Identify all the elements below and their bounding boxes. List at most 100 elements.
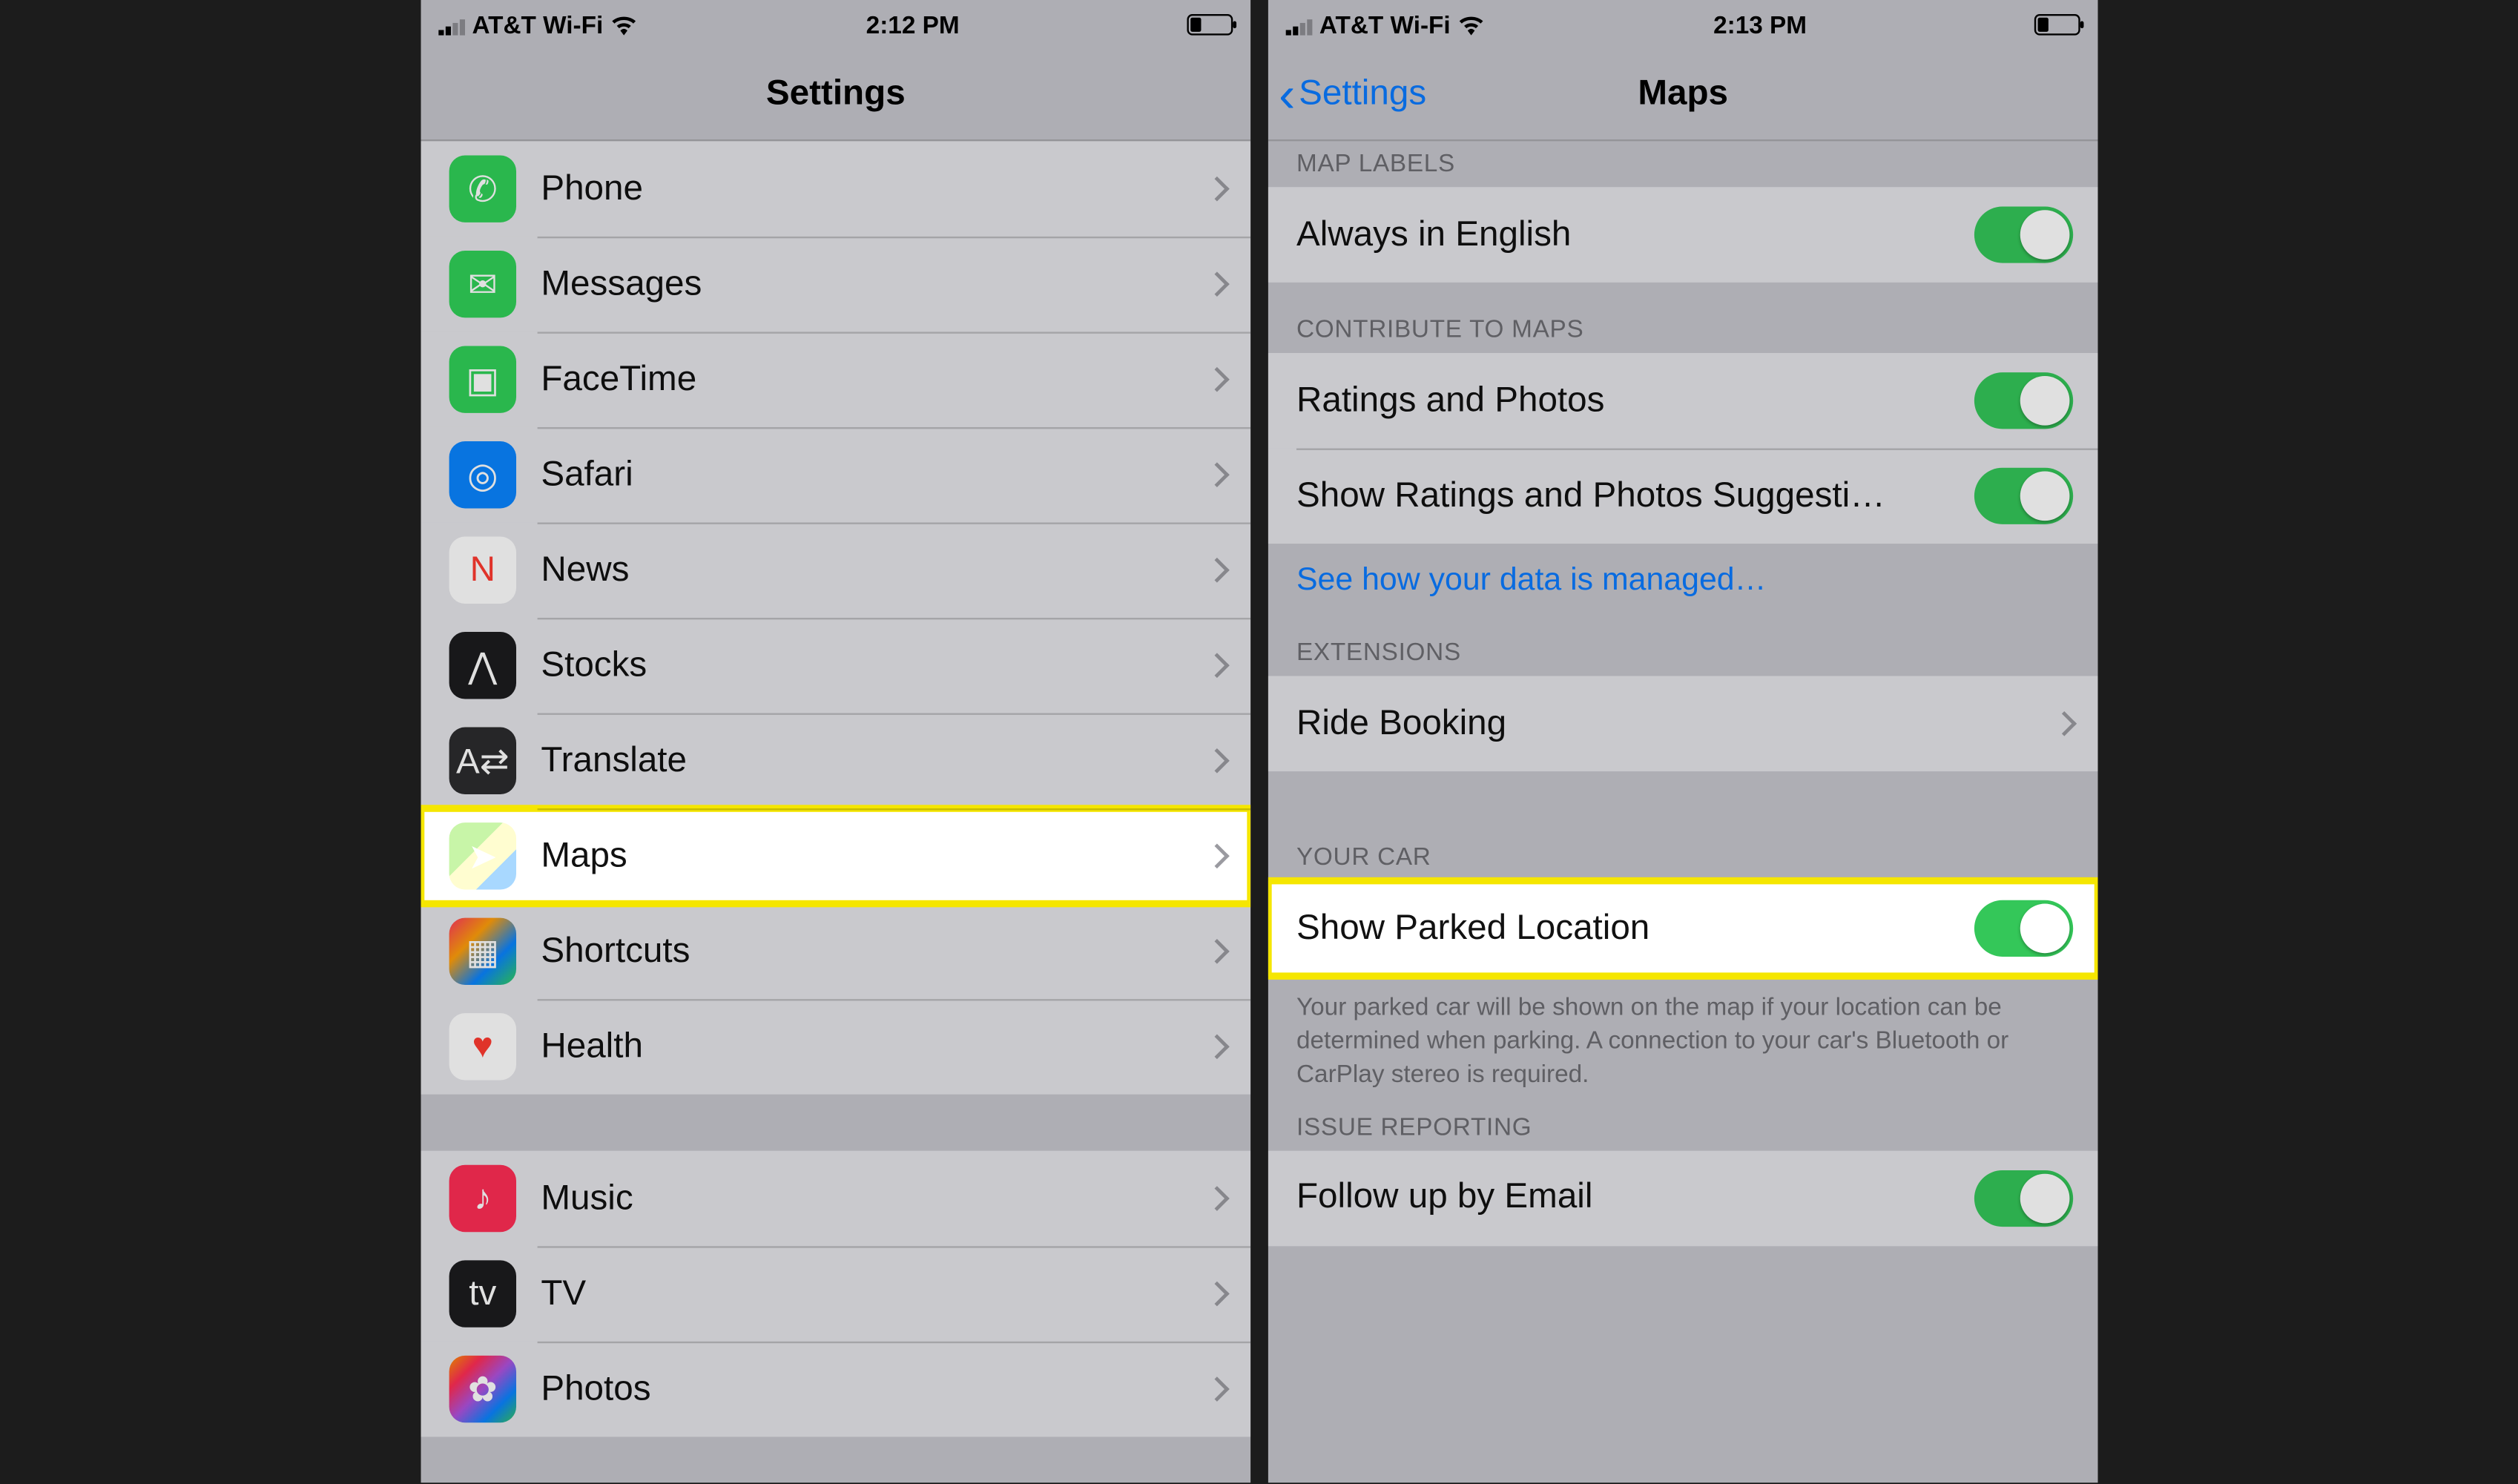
page-title: Settings	[765, 74, 905, 115]
settings-screen: AT&T Wi-Fi 2:12 PM Settings ✆ Phone ✉ Messa…	[421, 0, 1250, 1483]
carrier-label: AT&T Wi-Fi	[1319, 10, 1450, 39]
row-label: Phone	[541, 168, 1194, 209]
stocks-icon: ⋀	[449, 632, 515, 699]
row-show-parked-location[interactable]: Show Parked Location	[1268, 881, 2097, 977]
chevron-right-icon	[1204, 367, 1230, 392]
row-phone[interactable]: ✆ Phone	[421, 141, 1250, 237]
translate-icon: A⇄	[449, 728, 515, 794]
row-label: Safari	[541, 455, 1194, 495]
safari-icon: ◎	[449, 441, 515, 508]
chevron-right-icon	[1204, 271, 1230, 297]
row-label: Maps	[541, 836, 1194, 877]
issue-group: Follow up by Email	[1268, 1150, 2097, 1246]
settings-group-1: ✆ Phone ✉ Messages ▣ FaceTime ◎ Safari NNews ⋀ Sto…	[421, 141, 1250, 1094]
shortcuts-icon: ▦	[449, 918, 515, 985]
signal-icon	[1285, 15, 1312, 34]
maps-settings-screen: AT&T Wi-Fi 2:13 PM ‹ Settings Maps MAP L…	[1268, 0, 2097, 1483]
row-label: Follow up by Email	[1296, 1178, 1974, 1218]
row-label: Music	[541, 1178, 1194, 1219]
contribute-group: Ratings and PhotosShow Ratings and Photo…	[1268, 353, 2097, 544]
section-header-extensions: EXTENSIONS	[1268, 623, 2097, 676]
row-label: Ride Booking	[1296, 703, 2040, 744]
row-label: Health	[541, 1026, 1194, 1067]
chevron-right-icon	[1204, 1186, 1230, 1211]
row-label: TV	[541, 1273, 1194, 1314]
data-managed-link[interactable]: See how your data is managed…	[1268, 544, 2097, 623]
messages-icon: ✉	[449, 251, 515, 317]
toggle[interactable]	[1974, 206, 2072, 263]
settings-group-2: ♪ Musictv TV ✿ Photos	[421, 1151, 1250, 1437]
row-health[interactable]: ♥ Health	[421, 999, 1250, 1095]
row-maps[interactable]: ➤ Maps	[421, 808, 1250, 904]
nav-bar: ‹ Settings Maps	[1268, 50, 2097, 142]
row-label: FaceTime	[541, 359, 1194, 400]
row-photos[interactable]: ✿ Photos	[421, 1342, 1250, 1437]
phone-icon: ✆	[449, 155, 515, 222]
toggle[interactable]	[1974, 1170, 2072, 1226]
chevron-right-icon	[1204, 653, 1230, 678]
wifi-icon	[1457, 14, 1486, 36]
battery-icon	[2034, 14, 2080, 36]
chevron-right-icon	[1204, 1035, 1230, 1060]
wifi-icon	[610, 14, 638, 36]
row-label: Stocks	[541, 645, 1194, 686]
status-bar: AT&T Wi-Fi 2:12 PM	[421, 0, 1250, 50]
row-facetime[interactable]: ▣ FaceTime	[421, 332, 1250, 427]
row-stocks[interactable]: ⋀ Stocks	[421, 618, 1250, 713]
toggle[interactable]	[1974, 900, 2072, 957]
map-labels-group: Always in English	[1268, 187, 2097, 283]
chevron-right-icon	[1204, 1282, 1230, 1307]
page-title: Maps	[1638, 74, 1728, 115]
photos-icon: ✿	[449, 1356, 515, 1422]
health-icon: ♥	[449, 1013, 515, 1080]
row-label: Show Parked Location	[1296, 908, 1974, 949]
row-label: Shortcuts	[541, 931, 1194, 972]
toggle-knob	[2020, 210, 2069, 260]
section-header-map-labels: MAP LABELS	[1268, 141, 2097, 187]
row-translate[interactable]: A⇄ Translate	[421, 713, 1250, 809]
chevron-right-icon	[1204, 1376, 1230, 1402]
your-car-footer: Your parked car will be shown on the map…	[1268, 976, 2097, 1097]
nav-bar: Settings	[421, 50, 1250, 142]
section-header-contribute: CONTRIBUTE TO MAPS	[1268, 283, 2097, 353]
maps-icon: ➤	[449, 822, 515, 889]
toggle-knob	[2020, 471, 2069, 521]
row-news[interactable]: NNews	[421, 522, 1250, 618]
toggle[interactable]	[1974, 468, 2072, 524]
clock-label: 2:12 PM	[866, 10, 959, 39]
chevron-right-icon	[1204, 843, 1230, 868]
row-label: Messages	[541, 264, 1194, 305]
row-messages[interactable]: ✉ Messages	[421, 237, 1250, 332]
group-gap	[421, 1095, 1250, 1151]
row-ride-booking[interactable]: Ride Booking	[1268, 676, 2097, 772]
row-music[interactable]: ♪ Music	[421, 1151, 1250, 1247]
row-shortcuts[interactable]: ▦ Shortcuts	[421, 904, 1250, 1000]
row-tv[interactable]: tv TV	[421, 1246, 1250, 1342]
toggle[interactable]	[1974, 372, 2072, 429]
your-car-group: Show Parked Location	[1268, 881, 2097, 977]
battery-icon	[1187, 14, 1233, 36]
row-label: Photos	[541, 1369, 1194, 1410]
chevron-right-icon	[1204, 558, 1230, 583]
toggle-knob	[2020, 376, 2069, 426]
row-follow-up-by-email[interactable]: Follow up by Email	[1268, 1150, 2097, 1246]
chevron-right-icon	[1204, 177, 1230, 202]
row-safari[interactable]: ◎ Safari	[421, 427, 1250, 523]
row-label: Translate	[541, 740, 1194, 781]
back-label: Settings	[1299, 74, 1426, 115]
signal-icon	[438, 15, 465, 34]
chevron-right-icon	[1204, 748, 1230, 774]
chevron-right-icon	[1204, 939, 1230, 964]
row-show-ratings-and-photos-suggesti[interactable]: Show Ratings and Photos Suggesti…	[1268, 449, 2097, 544]
row-always-in-english[interactable]: Always in English	[1268, 187, 2097, 283]
facetime-icon: ▣	[449, 346, 515, 412]
row-label: News	[541, 550, 1194, 590]
chevron-left-icon: ‹	[1279, 70, 1295, 119]
row-label: Always in English	[1296, 214, 1974, 255]
back-button[interactable]: ‹ Settings	[1279, 50, 1426, 139]
tv-icon: tv	[449, 1260, 515, 1327]
chevron-right-icon	[1204, 462, 1230, 487]
music-icon: ♪	[449, 1165, 515, 1232]
row-ratings-and-photos[interactable]: Ratings and Photos	[1268, 353, 2097, 449]
chevron-right-icon	[2051, 711, 2077, 736]
